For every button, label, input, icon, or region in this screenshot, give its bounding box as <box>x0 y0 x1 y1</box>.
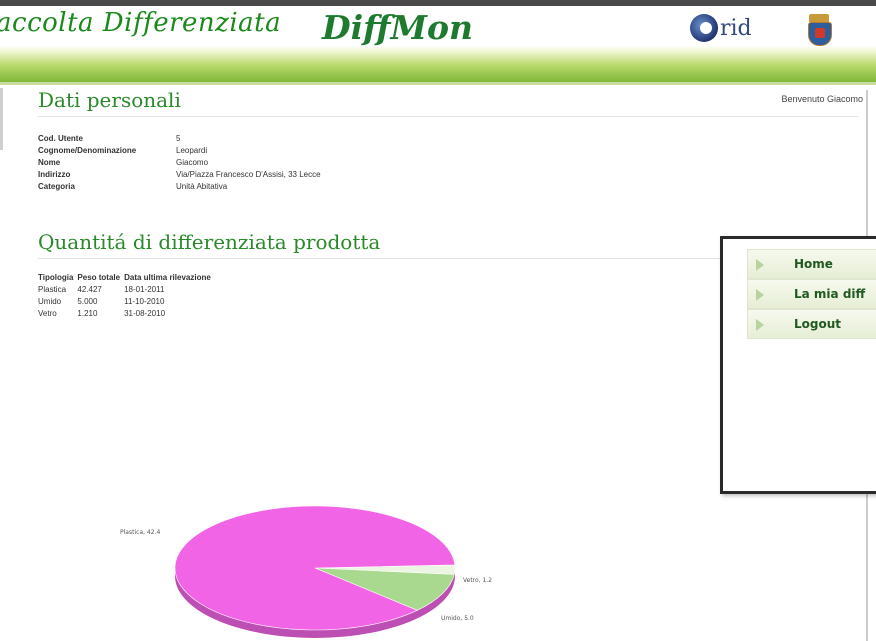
diffmon-logo[interactable]: DiffMon <box>322 8 473 47</box>
field-label: Indirizzo <box>38 169 71 179</box>
menu-popup: Home La mia diff Logout <box>720 236 876 494</box>
field-value: Leopardi <box>176 145 208 155</box>
column-header: Data ultima rilevazione <box>124 272 211 282</box>
personal-row: Nome Giacomo <box>38 156 325 168</box>
table-cell: 31-08-2010 <box>124 308 166 318</box>
arrow-right-icon <box>756 319 764 331</box>
field-label: Cognome/Denominazione <box>38 145 137 155</box>
table-row: Vetro 1.210 31-08-2010 <box>38 307 215 319</box>
field-label: Nome <box>38 157 61 167</box>
menu-item-label: La mia diff <box>794 287 866 301</box>
personal-row: Cod. Utente 5 <box>38 132 325 144</box>
personal-row: Indirizzo Via/Piazza Francesco D'Assisi, … <box>38 168 325 180</box>
grid-circle-icon <box>690 14 718 42</box>
table-cell: Vetro <box>38 308 57 318</box>
quantity-table: Tipologia Peso totale Data ultima rilevazi… <box>38 271 215 319</box>
table-row: Umido 5.000 11-10-2010 <box>38 295 215 307</box>
table-cell: 18-01-2011 <box>124 284 165 294</box>
coat-of-arms-icon <box>806 14 832 46</box>
personal-row: Cognome/Denominazione Leopardi <box>38 144 325 156</box>
personal-data-title: Dati personali <box>38 88 858 117</box>
table-row: Plastica 42.427 18-01-2011 <box>38 283 215 295</box>
field-value: Giacomo <box>176 157 209 167</box>
pie-slice-label: Plastica, 42.4 <box>120 529 160 536</box>
arrow-right-icon <box>756 289 764 301</box>
table-cell: Umido <box>38 296 62 306</box>
table-cell: 42.427 <box>77 284 102 294</box>
field-value: Unità Abitativa <box>176 181 228 191</box>
site-header: accolta Differenziata DiffMon rid <box>0 6 876 85</box>
field-label: Cod. Utente <box>38 133 83 143</box>
column-header: Tipologia <box>38 272 74 282</box>
personal-data-table: Cod. Utente 5 Cognome/Denominazione Leopard… <box>38 132 325 192</box>
table-cell: 5.000 <box>77 296 98 306</box>
pie-slice-label: Vetro, 1.2 <box>463 577 492 584</box>
table-cell: 1.210 <box>77 308 98 318</box>
nav-menu: Home La mia diff Logout <box>747 249 876 339</box>
menu-item-label: Home <box>794 257 833 271</box>
field-value: Via/Piazza Francesco D'Assisi, 33 Lecce <box>176 169 321 179</box>
menu-item-la-mia-diff[interactable]: La mia diff <box>747 279 876 309</box>
left-panel-edge <box>0 88 3 150</box>
menu-item-label: Logout <box>794 317 842 331</box>
arrow-right-icon <box>756 259 764 271</box>
pie-slice-label: Umido, 5.0 <box>441 615 474 622</box>
grid-logo-text: rid <box>720 16 752 41</box>
personal-row: Categoria Unità Abitativa <box>38 180 325 192</box>
field-value: 5 <box>176 133 181 143</box>
table-cell: 11-10-2010 <box>124 296 165 306</box>
site-title: accolta Differenziata <box>0 8 282 38</box>
column-header: Peso totale <box>77 272 121 282</box>
grid-logo: rid <box>690 12 770 48</box>
menu-item-logout[interactable]: Logout <box>747 309 876 339</box>
waste-pie-chart: Plastica, 42.4 Vetro, 1.2 Umido, 5.0 <box>120 505 492 638</box>
field-label: Categoria <box>38 181 75 191</box>
menu-item-home[interactable]: Home <box>747 249 876 279</box>
table-cell: Plastica <box>38 284 67 294</box>
